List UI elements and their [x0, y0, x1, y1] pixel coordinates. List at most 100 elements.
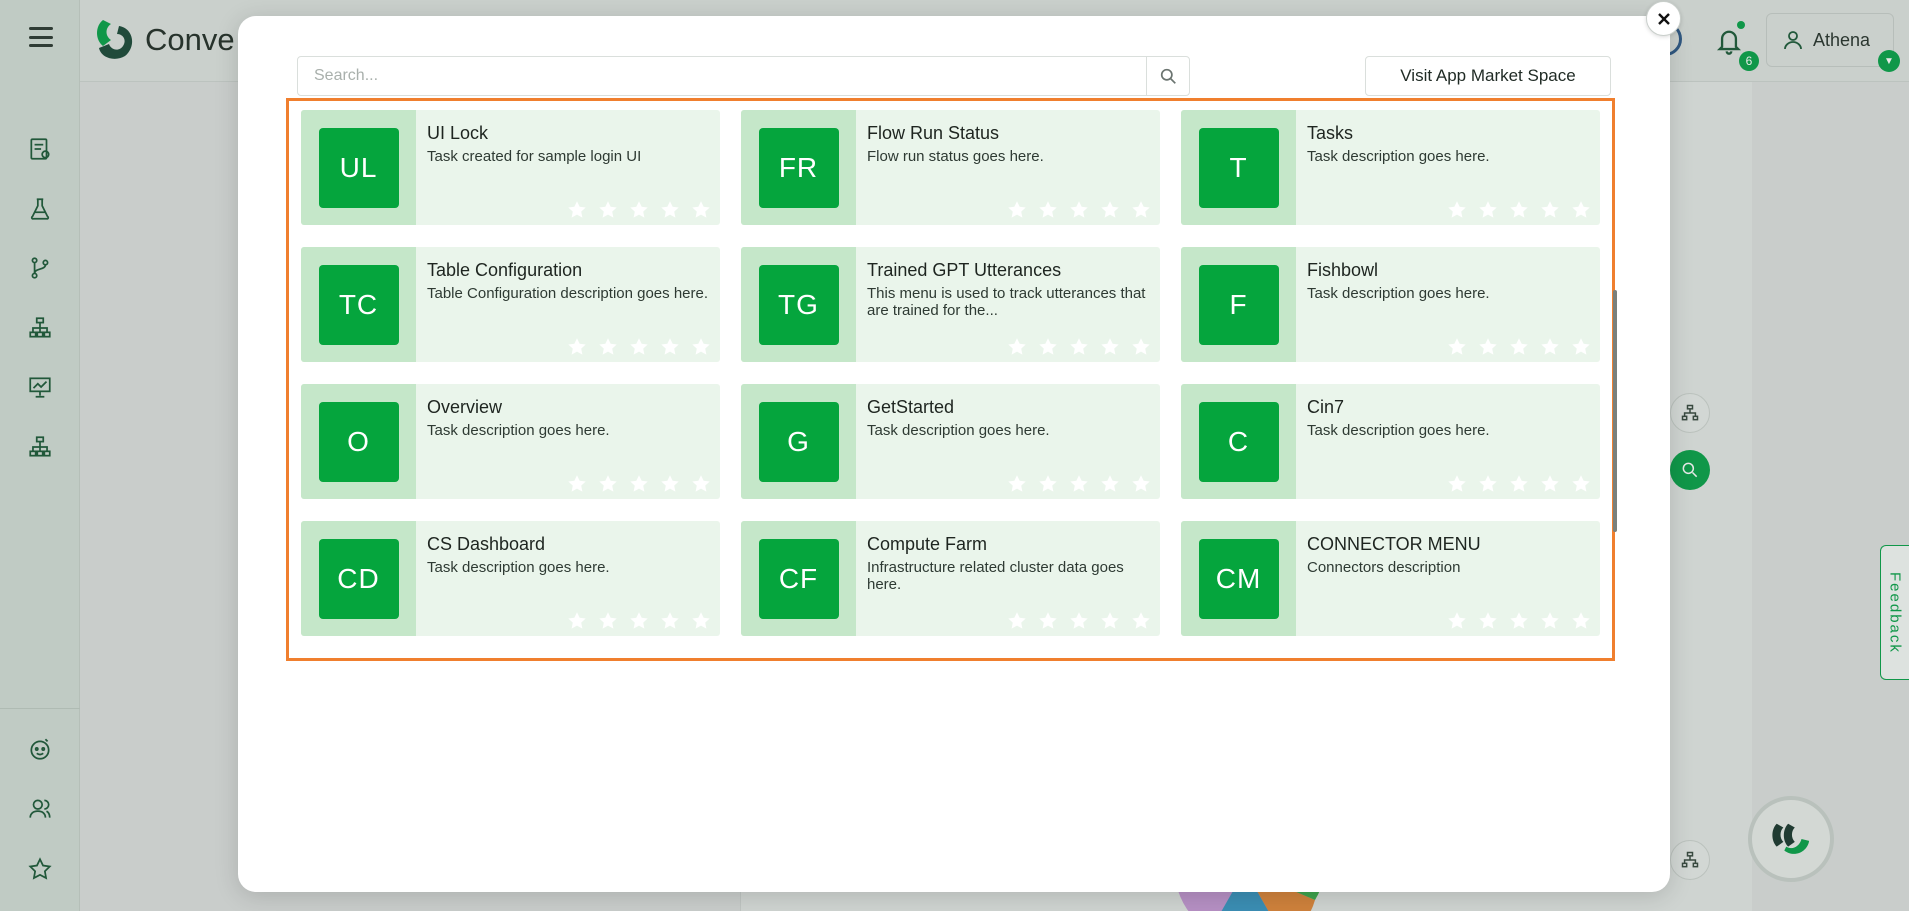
visit-app-market-button[interactable]: Visit App Market Space	[1365, 56, 1611, 96]
app-card[interactable]: TC Table Configuration Table Configuration…	[301, 247, 720, 362]
rating-star-icon[interactable]	[1006, 336, 1028, 358]
rating-star-icon[interactable]	[690, 336, 712, 358]
app-card-body: Tasks Task description goes here.	[1296, 110, 1600, 225]
rating-star-icon[interactable]	[1539, 336, 1561, 358]
rating-star-icon[interactable]	[659, 610, 681, 632]
search-input[interactable]	[298, 57, 1146, 95]
rating-star-icon[interactable]	[1006, 610, 1028, 632]
rating-star-icon[interactable]	[1477, 336, 1499, 358]
rating-star-icon[interactable]	[1130, 610, 1152, 632]
rating-star-icon[interactable]	[1099, 610, 1121, 632]
rating-star-icon[interactable]	[1037, 336, 1059, 358]
rating-star-icon[interactable]	[1570, 336, 1592, 358]
rating-star-icon[interactable]	[597, 199, 619, 221]
rating-star-icon[interactable]	[1006, 199, 1028, 221]
rating-star-icon[interactable]	[628, 336, 650, 358]
app-card-body: Fishbowl Task description goes here.	[1296, 247, 1600, 362]
rating-star-icon[interactable]	[1446, 336, 1468, 358]
rating-star-icon[interactable]	[1508, 336, 1530, 358]
app-card-body: GetStarted Task description goes here.	[856, 384, 1160, 499]
app-card-avatar-panel: CM	[1181, 521, 1296, 636]
rating-star-icon[interactable]	[1099, 473, 1121, 495]
app-card[interactable]: TG Trained GPT Utterances This menu is use…	[741, 247, 1160, 362]
rating-star-icon[interactable]	[597, 336, 619, 358]
rating-star-icon[interactable]	[1570, 199, 1592, 221]
rating-star-icon[interactable]	[659, 473, 681, 495]
app-card[interactable]: UL UI Lock Task created for sample login U…	[301, 110, 720, 225]
app-card-body: Compute Farm Infrastructure related clust…	[856, 521, 1160, 636]
rating-star-icon[interactable]	[566, 610, 588, 632]
app-initials-avatar: T	[1198, 127, 1279, 208]
app-card-title: UI Lock	[427, 123, 489, 143]
app-card[interactable]: F Fishbowl Task description goes here.	[1181, 247, 1600, 362]
rating-star-icon[interactable]	[1477, 473, 1499, 495]
rating-star-icon[interactable]	[1068, 473, 1090, 495]
apps-grid-scrollbar[interactable]	[1613, 100, 1617, 655]
rating-star-icon[interactable]	[690, 199, 712, 221]
rating-star-icon[interactable]	[597, 473, 619, 495]
app-card-avatar-panel: G	[741, 384, 856, 499]
rating-star-icon[interactable]	[1006, 473, 1028, 495]
app-card-description: Flow run status goes here.	[867, 148, 1044, 165]
rating-star-icon[interactable]	[1068, 199, 1090, 221]
rating-star-icon[interactable]	[1099, 199, 1121, 221]
close-modal-button[interactable]	[1646, 1, 1681, 36]
rating-star-icon[interactable]	[690, 473, 712, 495]
rating-star-icon[interactable]	[1508, 610, 1530, 632]
rating-star-icon[interactable]	[628, 199, 650, 221]
rating-star-icon[interactable]	[628, 610, 650, 632]
rating-star-icon[interactable]	[1477, 199, 1499, 221]
rating-star-icon[interactable]	[1130, 199, 1152, 221]
app-rating-stars	[1446, 199, 1592, 221]
rating-star-icon[interactable]	[1037, 473, 1059, 495]
rating-star-icon[interactable]	[1539, 610, 1561, 632]
app-card[interactable]: T Tasks Task description goes here.	[1181, 110, 1600, 225]
rating-star-icon[interactable]	[1446, 610, 1468, 632]
app-card-title: GetStarted	[867, 397, 955, 417]
rating-star-icon[interactable]	[597, 610, 619, 632]
rating-star-icon[interactable]	[628, 473, 650, 495]
app-card[interactable]: G GetStarted Task description goes here.	[741, 384, 1160, 499]
app-card-description: Task description goes here.	[427, 422, 610, 439]
app-card-avatar-panel: CF	[741, 521, 856, 636]
rating-star-icon[interactable]	[1037, 199, 1059, 221]
rating-star-icon[interactable]	[1099, 336, 1121, 358]
rating-star-icon[interactable]	[1068, 610, 1090, 632]
rating-star-icon[interactable]	[1130, 336, 1152, 358]
rating-star-icon[interactable]	[1539, 199, 1561, 221]
rating-star-icon[interactable]	[659, 199, 681, 221]
rating-star-icon[interactable]	[1130, 473, 1152, 495]
app-card-title: Trained GPT Utterances	[867, 260, 1062, 280]
rating-star-icon[interactable]	[1446, 473, 1468, 495]
app-card-description: Infrastructure related cluster data goes…	[867, 559, 1124, 593]
scrollbar-thumb[interactable]	[1613, 290, 1617, 532]
app-rating-stars	[1446, 336, 1592, 358]
search-button[interactable]	[1146, 57, 1189, 95]
rating-star-icon[interactable]	[1477, 610, 1499, 632]
app-rating-stars	[1446, 473, 1592, 495]
rating-star-icon[interactable]	[1508, 199, 1530, 221]
rating-star-icon[interactable]	[1570, 473, 1592, 495]
rating-star-icon[interactable]	[1539, 473, 1561, 495]
rating-star-icon[interactable]	[1037, 610, 1059, 632]
app-card[interactable]: CF Compute Farm Infrastructure related clu…	[741, 521, 1160, 636]
rating-star-icon[interactable]	[566, 199, 588, 221]
app-card[interactable]: FR Flow Run Status Flow run status goes he…	[741, 110, 1160, 225]
rating-star-icon[interactable]	[659, 336, 681, 358]
rating-star-icon[interactable]	[566, 473, 588, 495]
app-card-body: Trained GPT Utterances This menu is used …	[856, 247, 1160, 362]
app-card[interactable]: C Cin7 Task description goes here.	[1181, 384, 1600, 499]
app-card-body: Overview Task description goes here.	[416, 384, 720, 499]
app-card-avatar-panel: C	[1181, 384, 1296, 499]
rating-star-icon[interactable]	[1508, 473, 1530, 495]
rating-star-icon[interactable]	[1068, 336, 1090, 358]
app-card[interactable]: O Overview Task description goes here.	[301, 384, 720, 499]
rating-star-icon[interactable]	[690, 610, 712, 632]
app-initials-avatar: TC	[318, 264, 399, 345]
rating-star-icon[interactable]	[566, 336, 588, 358]
app-card[interactable]: CM CONNECTOR MENU Connectors description	[1181, 521, 1600, 636]
rating-star-icon[interactable]	[1446, 199, 1468, 221]
app-card-avatar-panel: CD	[301, 521, 416, 636]
rating-star-icon[interactable]	[1570, 610, 1592, 632]
app-card[interactable]: CD CS Dashboard Task description goes here…	[301, 521, 720, 636]
